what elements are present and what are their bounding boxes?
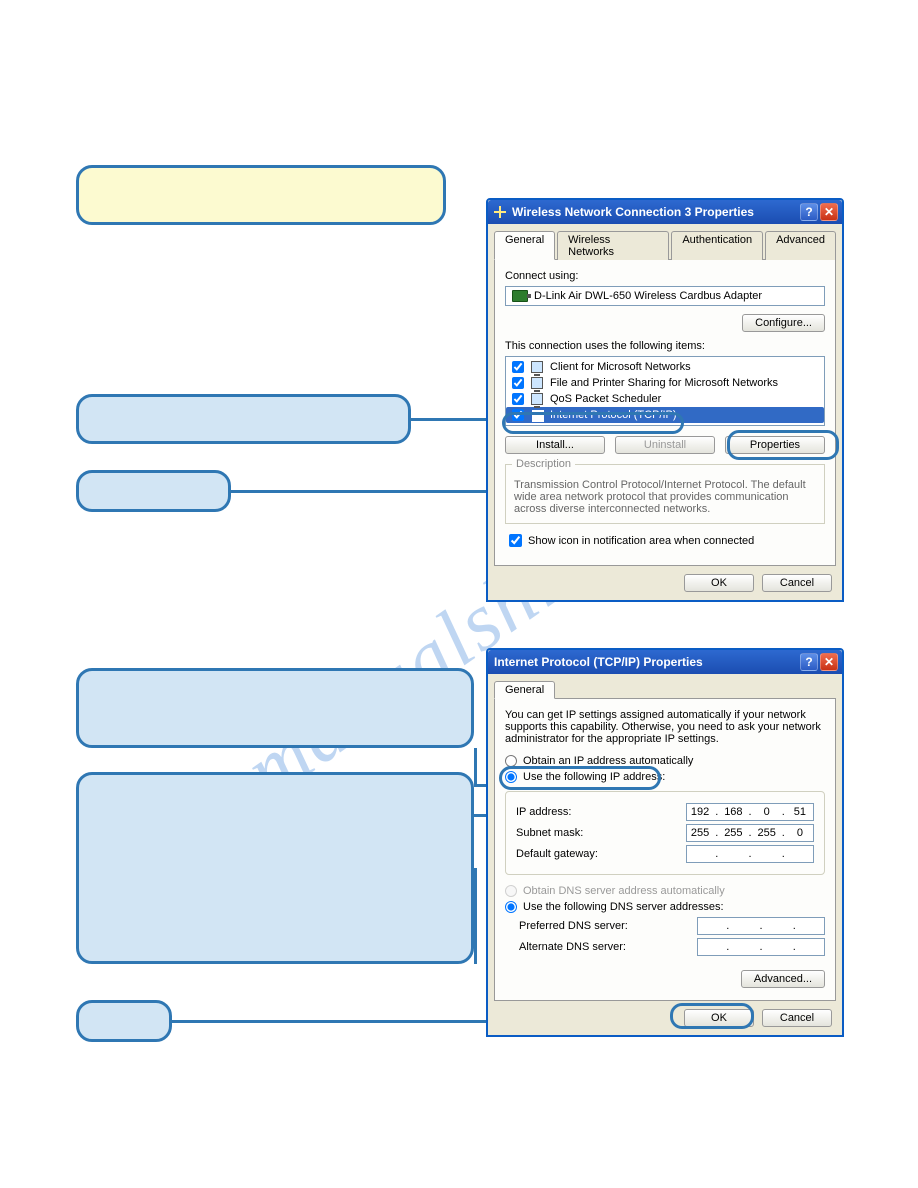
window-icon: [494, 206, 506, 218]
properties-button[interactable]: Properties: [725, 436, 825, 454]
ok-button[interactable]: OK: [684, 574, 754, 592]
radio-label: Obtain an IP address automatically: [523, 755, 693, 767]
tabstrip: General: [488, 674, 842, 698]
ok-button[interactable]: OK: [684, 1009, 754, 1027]
dialog-button-row: OK Cancel: [488, 1001, 842, 1035]
list-item[interactable]: File and Printer Sharing for Microsoft N…: [506, 375, 824, 391]
radio-label: Obtain DNS server address automatically: [523, 885, 725, 897]
show-icon-checkline[interactable]: Show icon in notification area when conn…: [509, 534, 821, 547]
tcpip-icon: [530, 408, 544, 422]
radio-label: Use the following IP address:: [523, 771, 665, 783]
qos-icon: [530, 392, 544, 406]
tab-wireless-networks[interactable]: Wireless Networks: [557, 231, 669, 260]
connect-using-label: Connect using:: [505, 270, 825, 282]
item-label: QoS Packet Scheduler: [550, 393, 661, 405]
tab-panel-general: Connect using: D-Link Air DWL-650 Wirele…: [494, 259, 836, 566]
nic-icon: [512, 290, 528, 302]
ip-address-input[interactable]: 192. 168. 0. 51: [686, 803, 814, 821]
dns-alt-input[interactable]: . . .: [697, 938, 825, 956]
tab-general[interactable]: General: [494, 231, 555, 260]
ip-address-row: IP address: 192. 168. 0. 51: [516, 803, 814, 821]
callout-5: [76, 772, 474, 964]
advanced-button[interactable]: Advanced...: [741, 970, 825, 988]
callout-3: [76, 470, 231, 512]
titlebar[interactable]: Wireless Network Connection 3 Properties…: [488, 200, 842, 224]
list-item[interactable]: Client for Microsoft Networks: [506, 359, 824, 375]
callout-4: [76, 668, 474, 748]
window-title: Internet Protocol (TCP/IP) Properties: [494, 655, 798, 669]
connector-5: [474, 868, 477, 964]
item-checkbox[interactable]: [512, 377, 524, 389]
intro-text: You can get IP settings assigned automat…: [505, 709, 825, 745]
configure-button[interactable]: Configure...: [742, 314, 825, 332]
cancel-button[interactable]: Cancel: [762, 1009, 832, 1027]
items-label: This connection uses the following items…: [505, 340, 825, 352]
help-button[interactable]: ?: [800, 653, 818, 671]
gateway-label: Default gateway:: [516, 848, 686, 860]
adapter-name: D-Link Air DWL-650 Wireless Cardbus Adap…: [534, 290, 762, 302]
window-title: Wireless Network Connection 3 Properties: [512, 205, 798, 219]
radio-label: Use the following DNS server addresses:: [523, 901, 724, 913]
item-checkbox[interactable]: [512, 361, 524, 373]
tabstrip: General Wireless Networks Authentication…: [488, 224, 842, 259]
dns-pref-label: Preferred DNS server:: [519, 920, 697, 932]
help-button[interactable]: ?: [800, 203, 818, 221]
client-icon: [530, 360, 544, 374]
description-group: Description Transmission Control Protoco…: [505, 464, 825, 524]
install-button[interactable]: Install...: [505, 436, 605, 454]
tab-authentication[interactable]: Authentication: [671, 231, 763, 260]
callout-2: [76, 394, 411, 444]
radio-dns-auto: Obtain DNS server address automatically: [505, 885, 825, 897]
connector-3: [231, 490, 510, 493]
connector-4: [474, 748, 477, 786]
radio-input[interactable]: [505, 771, 517, 783]
dialog-button-row: OK Cancel: [488, 566, 842, 600]
radio-ip-manual[interactable]: Use the following IP address:: [505, 771, 825, 783]
subnet-row: Subnet mask: 255. 255. 255. 0: [516, 824, 814, 842]
tab-panel-general: You can get IP settings assigned automat…: [494, 698, 836, 1001]
item-label: Client for Microsoft Networks: [550, 361, 691, 373]
adapter-field[interactable]: D-Link Air DWL-650 Wireless Cardbus Adap…: [505, 286, 825, 306]
cancel-button[interactable]: Cancel: [762, 574, 832, 592]
close-button[interactable]: ✕: [820, 203, 838, 221]
ip-address-label: IP address:: [516, 806, 686, 818]
item-label: Internet Protocol (TCP/IP): [550, 409, 677, 421]
sharing-icon: [530, 376, 544, 390]
dns-pref-input[interactable]: . . .: [697, 917, 825, 935]
dialog-connection-properties: Wireless Network Connection 3 Properties…: [486, 198, 844, 602]
callout-6: [76, 1000, 172, 1042]
item-checkbox[interactable]: [512, 409, 524, 421]
dns-pref-row: Preferred DNS server: . . .: [519, 917, 825, 935]
ip-fields-group: IP address: 192. 168. 0. 51 Subnet mask:…: [505, 791, 825, 875]
description-legend: Description: [512, 458, 575, 470]
radio-dns-manual[interactable]: Use the following DNS server addresses:: [505, 901, 825, 913]
radio-ip-auto[interactable]: Obtain an IP address automatically: [505, 755, 825, 767]
list-item[interactable]: QoS Packet Scheduler: [506, 391, 824, 407]
item-checkbox[interactable]: [512, 393, 524, 405]
items-listbox[interactable]: Client for Microsoft Networks File and P…: [505, 356, 825, 426]
radio-input[interactable]: [505, 755, 517, 767]
callout-1: [76, 165, 446, 225]
show-icon-label: Show icon in notification area when conn…: [528, 535, 754, 547]
subnet-input[interactable]: 255. 255. 255. 0: [686, 824, 814, 842]
tab-advanced[interactable]: Advanced: [765, 231, 836, 260]
uninstall-button: Uninstall: [615, 436, 715, 454]
dns-alt-row: Alternate DNS server: . . .: [519, 938, 825, 956]
show-icon-checkbox[interactable]: [509, 534, 522, 547]
tab-general[interactable]: General: [494, 681, 555, 699]
close-button[interactable]: ✕: [820, 653, 838, 671]
dialog-tcpip-properties: Internet Protocol (TCP/IP) Properties ? …: [486, 648, 844, 1037]
radio-input[interactable]: [505, 901, 517, 913]
gateway-row: Default gateway: . . .: [516, 845, 814, 863]
item-label: File and Printer Sharing for Microsoft N…: [550, 377, 778, 389]
dns-alt-label: Alternate DNS server:: [519, 941, 697, 953]
gateway-input[interactable]: . . .: [686, 845, 814, 863]
description-text: Transmission Control Protocol/Internet P…: [514, 479, 806, 515]
list-item-tcpip[interactable]: Internet Protocol (TCP/IP): [506, 407, 824, 423]
radio-input: [505, 885, 517, 897]
subnet-label: Subnet mask:: [516, 827, 686, 839]
titlebar[interactable]: Internet Protocol (TCP/IP) Properties ? …: [488, 650, 842, 674]
